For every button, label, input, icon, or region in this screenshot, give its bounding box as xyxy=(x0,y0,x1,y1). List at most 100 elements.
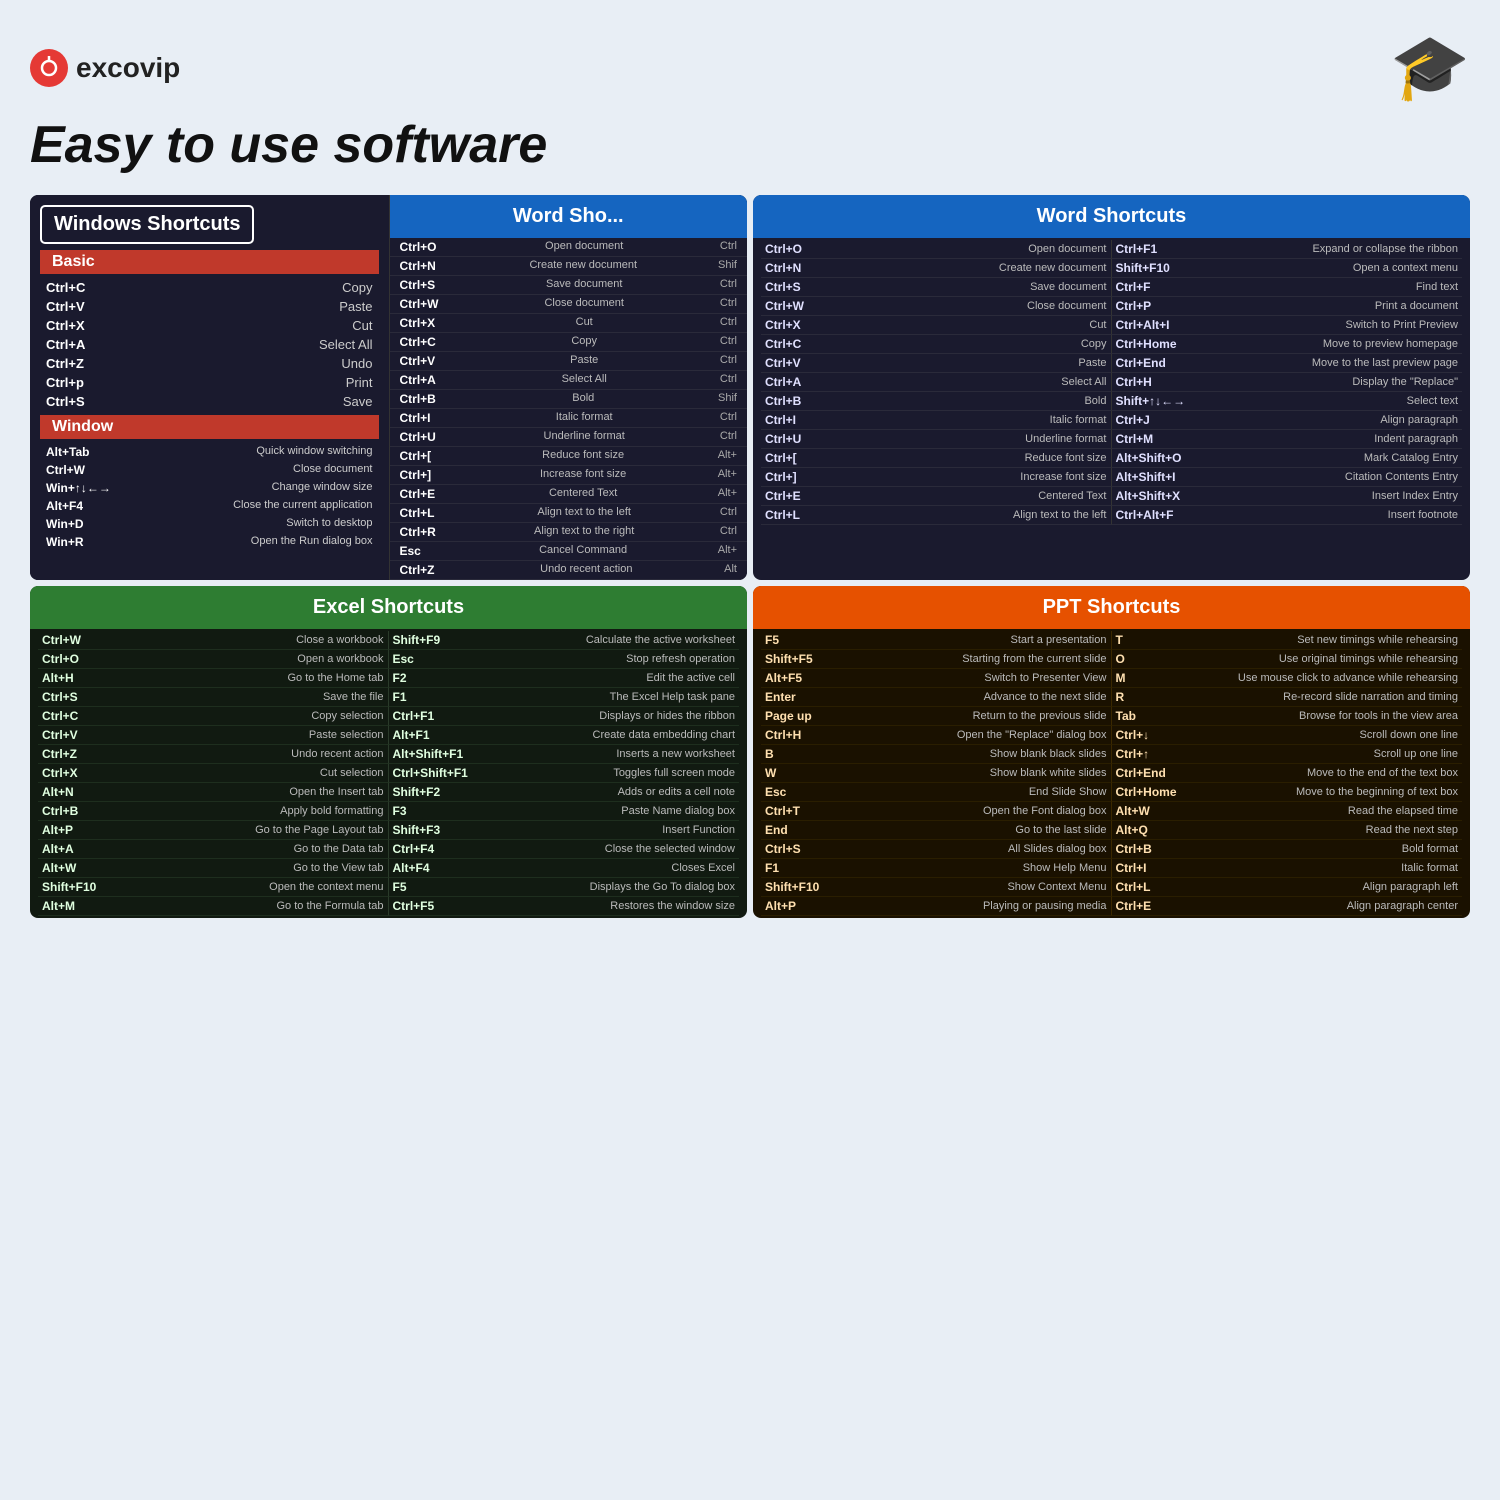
shortcut-key: Ctrl+I xyxy=(765,413,835,427)
excel-cell-left: Alt+HGo to the Home tab xyxy=(38,669,389,688)
basic-label: Basic xyxy=(40,250,379,274)
shortcut-key: Ctrl+L xyxy=(1116,880,1196,894)
shortcut-key-right: Shif xyxy=(718,259,737,273)
ppt-cell-left: Ctrl+TOpen the Font dialog box xyxy=(761,802,1112,821)
shortcut-key: Ctrl+Home xyxy=(1116,337,1206,351)
shortcut-key: Alt+Shift+F1 xyxy=(393,747,493,761)
shortcut-desc: Edit the active cell xyxy=(646,672,735,684)
shortcut-row: Ctrl+]Increase font sizeAlt+ xyxy=(390,466,748,485)
shortcut-key-right: Ctrl xyxy=(720,297,737,311)
ppt-cell-left: Page upReturn to the previous slide xyxy=(761,707,1112,726)
shortcut-key-right: Ctrl xyxy=(720,373,737,387)
excel-cell-left: Ctrl+WClose a workbook xyxy=(38,631,389,650)
ppt-cell-right: Ctrl+IItalic format xyxy=(1112,859,1463,878)
shortcut-key: Ctrl+E xyxy=(1116,899,1196,913)
shortcut-desc: Switch to desktop xyxy=(286,517,372,531)
shortcut-key: Ctrl+R xyxy=(400,525,455,539)
ppt-cell-left: EndGo to the last slide xyxy=(761,821,1112,840)
shortcut-key: Alt+Shift+X xyxy=(1116,489,1206,503)
shortcut-key: Alt+Tab xyxy=(46,445,89,459)
shortcut-cell-right: Ctrl+FFind text xyxy=(1112,278,1463,297)
shortcut-key: Shift+F10 xyxy=(765,880,840,894)
shortcut-key: Esc xyxy=(393,652,493,666)
shortcut-key: End xyxy=(765,823,840,837)
shortcut-cell-right: Shift+F10Open a context menu xyxy=(1112,259,1463,278)
shortcut-desc: Centered Text xyxy=(1038,490,1106,502)
shortcut-desc: Open a workbook xyxy=(297,653,383,665)
shortcut-desc: Save xyxy=(343,394,373,409)
shortcut-key: Page up xyxy=(765,709,840,723)
shortcut-key-right: Ctrl xyxy=(720,240,737,254)
shortcut-key: Ctrl+] xyxy=(400,468,455,482)
shortcut-desc: Start a presentation xyxy=(1010,634,1106,646)
window-label: Window xyxy=(40,415,379,439)
shortcut-cell-left: Ctrl+]Increase font size xyxy=(761,468,1112,487)
shortcut-key-right: Alt+ xyxy=(718,544,737,558)
shortcut-cell-left: Ctrl+VPaste xyxy=(761,354,1112,373)
shortcut-row: Ctrl+VPasteCtrl xyxy=(390,352,748,371)
shortcut-key: Alt+F5 xyxy=(765,671,840,685)
shortcut-desc: Open the Run dialog box xyxy=(251,535,373,549)
ppt-cell-right: OUse original timings while rehearsing xyxy=(1112,650,1463,669)
shortcut-desc: Playing or pausing media xyxy=(983,900,1107,912)
word-left-title: Word Sho... xyxy=(390,195,748,238)
logo-icon xyxy=(30,49,68,87)
excel-cell-right: Alt+F4Closes Excel xyxy=(389,859,740,878)
shortcut-desc: Close the selected window xyxy=(605,843,735,855)
shortcut-key: Shift+F5 xyxy=(765,652,840,666)
shortcut-desc: Cut xyxy=(1089,319,1106,331)
shortcut-key: Ctrl+U xyxy=(765,432,835,446)
shortcut-cell-left: Ctrl+OOpen document xyxy=(761,240,1112,259)
shortcut-desc: Italic format xyxy=(1050,414,1107,426)
shortcut-row: Ctrl+UUnderline formatCtrl xyxy=(390,428,748,447)
shortcut-row: Ctrl+WClose document xyxy=(30,461,389,479)
shortcut-key-right: Shif xyxy=(718,392,737,406)
shortcut-key: Ctrl+V xyxy=(400,354,455,368)
shortcut-desc: Quick window switching xyxy=(256,445,372,459)
shortcut-key: Alt+F4 xyxy=(393,861,493,875)
shortcut-key: Alt+Q xyxy=(1116,823,1196,837)
shortcut-desc: Show Help Menu xyxy=(1023,862,1107,874)
shortcut-key: Ctrl+Z xyxy=(46,356,84,371)
shortcut-desc: Save the file xyxy=(323,691,384,703)
shortcut-key: F2 xyxy=(393,671,493,685)
top-left-panel: Windows Shortcuts Basic Ctrl+CCopyCtrl+V… xyxy=(30,195,747,580)
shortcut-key: Ctrl+B xyxy=(1116,842,1196,856)
shortcut-key: Ctrl+I xyxy=(1116,861,1196,875)
shortcut-desc: Move to preview homepage xyxy=(1323,338,1458,350)
shortcut-key: Ctrl+L xyxy=(765,508,835,522)
shortcut-key: Ctrl+V xyxy=(42,728,117,742)
shortcut-desc: Scroll down one line xyxy=(1360,729,1458,741)
shortcut-row: Ctrl+CCopy xyxy=(30,278,389,297)
excel-cell-right: Alt+Shift+F1 Inserts a new worksheet xyxy=(389,745,740,764)
windows-window-shortcuts: Alt+Tab Quick window switching Ctrl+WClose… xyxy=(30,443,389,551)
shortcut-key: Ctrl+X xyxy=(46,318,85,333)
excel-cell-left: Ctrl+CCopy selection xyxy=(38,707,389,726)
shortcut-desc: Switch to Presenter View xyxy=(984,672,1106,684)
shortcut-key: Ctrl+F4 xyxy=(393,842,493,856)
shortcut-key: Ctrl+↓ xyxy=(1116,728,1196,742)
shortcut-key: Shift+F3 xyxy=(393,823,493,837)
shortcut-key: Ctrl+X xyxy=(42,766,117,780)
shortcut-cell-right: Ctrl+PPrint a document xyxy=(1112,297,1463,316)
shortcut-desc: Close document xyxy=(544,297,624,311)
shortcut-desc: Paste xyxy=(339,299,372,314)
shortcut-desc: Show blank white slides xyxy=(990,767,1107,779)
shortcut-desc: Cut xyxy=(352,318,372,333)
shortcut-desc: Move to the end of the text box xyxy=(1307,767,1458,779)
ppt-panel: PPT Shortcuts F5Start a presentationTSet… xyxy=(753,586,1470,918)
shortcut-cell-left: Ctrl+BBold xyxy=(761,392,1112,411)
shortcut-row: Alt+F4Close the current application xyxy=(30,497,389,515)
shortcut-desc: Bold format xyxy=(1402,843,1458,855)
shortcut-key: R xyxy=(1116,690,1196,704)
shortcut-row: Win+ROpen the Run dialog box xyxy=(30,533,389,551)
shortcut-desc: Insert Function xyxy=(662,824,735,836)
shortcut-key: Shift+↑↓←→ xyxy=(1116,394,1206,408)
shortcut-key: Ctrl+L xyxy=(400,506,455,520)
shortcut-key-right: Ctrl xyxy=(720,411,737,425)
shortcut-desc: Inserts a new worksheet xyxy=(616,748,735,760)
excel-cell-right: EscStop refresh operation xyxy=(389,650,740,669)
shortcut-cell-left: Ctrl+CCopy xyxy=(761,335,1112,354)
shortcut-desc: Switch to Print Preview xyxy=(1346,319,1458,331)
shortcut-key: Ctrl+C xyxy=(400,335,455,349)
